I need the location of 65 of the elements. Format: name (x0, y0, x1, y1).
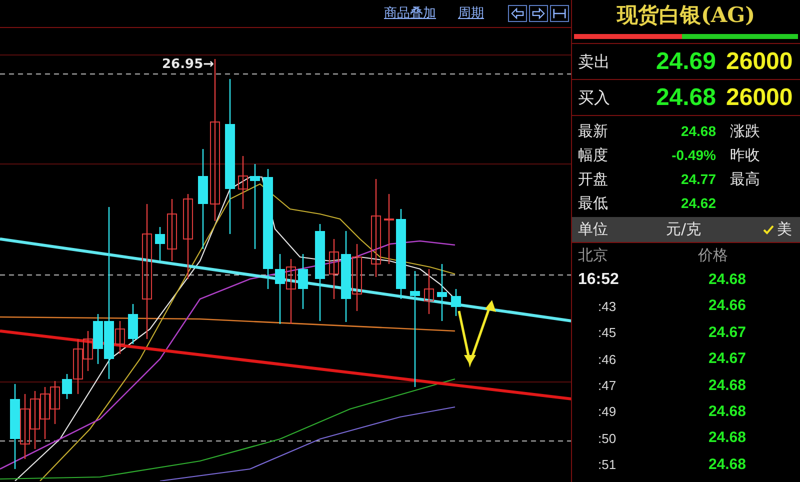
tick-price: 24.68 (707, 376, 746, 396)
quote-label: 卖出 (578, 50, 611, 72)
stat-label: 最新 (578, 120, 609, 142)
tick-price: 24.68 (707, 270, 746, 290)
tick-time: :50 (597, 430, 618, 448)
tick-price: 24.67 (707, 349, 746, 370)
candlestick (167, 199, 177, 261)
stat-value: 24.62 (680, 194, 716, 212)
stat-value: 24.68 (680, 122, 716, 140)
candlestick (20, 394, 30, 459)
tick-time: :43 (597, 298, 618, 316)
high-price-label: 26.95→ (162, 56, 214, 74)
candlestick (298, 254, 308, 309)
instrument-title: 现货白银(AG) (616, 1, 756, 30)
candlestick (384, 194, 394, 264)
candlestick (451, 289, 461, 316)
candlestick (286, 259, 296, 324)
stat-label: 幅度 (578, 144, 609, 166)
stat-value: 24.77 (680, 170, 716, 188)
tick-time: :49 (597, 403, 618, 422)
candlestick (352, 244, 362, 311)
right-arrow-icon[interactable] (529, 5, 548, 22)
candlestick (128, 304, 138, 344)
quote-volume: 26000 (726, 82, 793, 112)
tick-time: :46 (597, 350, 618, 369)
candlestick (238, 156, 248, 209)
left-arrow-icon[interactable] (508, 5, 527, 22)
tick-time: :51 (597, 456, 618, 474)
column-header: 价格 (698, 244, 728, 266)
tick-time: :47 (597, 377, 618, 395)
toolbar-link[interactable]: 周期 (458, 4, 484, 24)
option-label: 美 (777, 219, 792, 240)
stat-label: 昨收 (730, 144, 760, 166)
zoom-bar-icon[interactable] (550, 5, 569, 22)
candlestick (40, 387, 50, 439)
candlestick (275, 254, 285, 324)
quote-price: 24.68 (654, 82, 716, 112)
candlestick (424, 269, 434, 314)
candlestick (50, 381, 60, 424)
stat-label: 涨跌 (730, 120, 760, 142)
candlestick (437, 264, 447, 321)
tick-price: 24.68 (707, 402, 746, 422)
quote-label: 买入 (578, 86, 611, 108)
stat-label: 开盘 (578, 168, 609, 190)
candlestick (83, 331, 93, 371)
checkbox[interactable] (762, 224, 774, 236)
tick-time: :45 (597, 324, 618, 342)
annotation-arrow (458, 300, 496, 368)
tick-price: 24.67 (707, 322, 746, 343)
candlestick (30, 391, 40, 449)
candlestick (329, 239, 339, 299)
quote-volume: 26000 (726, 46, 793, 76)
stat-value: -0.49% (670, 146, 716, 164)
stat-label: 最高 (730, 168, 760, 190)
unit-value: 元/克 (666, 219, 702, 240)
stat-label: 最低 (578, 192, 609, 214)
tick-time: 16:52 (578, 270, 620, 290)
tick-price: 24.68 (707, 454, 746, 475)
tick-price: 24.66 (707, 296, 746, 316)
tick-price: 24.68 (707, 428, 746, 448)
quote-price: 24.69 (654, 46, 716, 76)
unit-label: 单位 (578, 219, 609, 240)
toolbar-link[interactable]: 商品叠加 (384, 4, 436, 24)
column-header: 北京 (578, 244, 609, 266)
candlestick (155, 227, 165, 261)
